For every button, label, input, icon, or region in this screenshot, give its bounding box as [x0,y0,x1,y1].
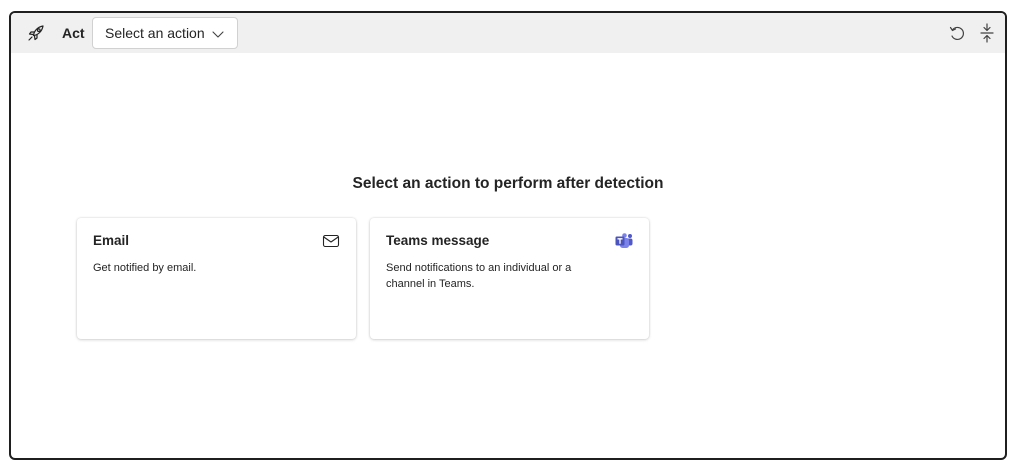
card-title: Teams message [386,233,490,248]
mail-icon [322,233,340,249]
email-action-card[interactable]: Email Get notified by email. [77,218,356,339]
act-label: Act [62,25,85,41]
toolbar: Act Select an action [11,13,1005,53]
action-select[interactable]: Select an action [92,17,238,49]
card-title: Email [93,233,130,248]
page-heading: Select an action to perform after detect… [352,175,664,192]
action-select-value: Select an action [105,25,205,41]
teams-icon [615,233,633,249]
teams-action-card[interactable]: Teams message Send notifications to an i… [370,218,649,339]
card-description: Send notifications to an individual or a… [386,262,572,290]
chevron-down-icon [211,27,225,41]
act-panel: Act Select an action Select an action to… [9,11,1007,460]
undo-icon[interactable] [948,24,966,42]
card-description: Get notified by email. [93,262,197,274]
rocket-icon [26,23,46,43]
collapse-icon[interactable] [978,23,996,43]
